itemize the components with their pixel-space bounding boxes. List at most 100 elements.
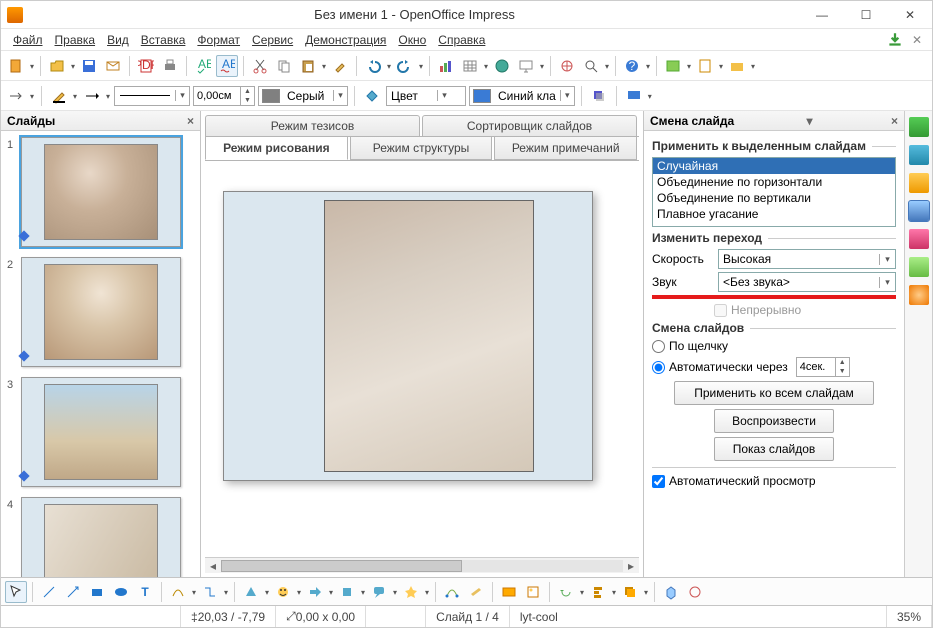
navigator-button[interactable] — [556, 55, 578, 77]
cut-button[interactable] — [249, 55, 271, 77]
hyperlink-button[interactable] — [491, 55, 513, 77]
fontwork-tool[interactable] — [498, 581, 520, 603]
text-tool[interactable]: T — [134, 581, 156, 603]
menu-view[interactable]: Вид — [101, 31, 135, 49]
redo-button[interactable]: ▾ — [394, 55, 416, 77]
sidebar-gallery-icon[interactable] — [909, 257, 929, 277]
chart-button[interactable] — [435, 55, 457, 77]
sidebar-styles-icon[interactable] — [909, 229, 929, 249]
slide-thumb-3[interactable]: 3 — [7, 377, 194, 487]
presentation-button[interactable]: ▾ — [623, 85, 645, 107]
slide-thumb-2[interactable]: 2 — [7, 257, 194, 367]
line-color-button[interactable]: ▾ — [48, 85, 70, 107]
line-tool[interactable] — [38, 581, 60, 603]
tab-structure[interactable]: Режим структуры — [350, 137, 493, 160]
curve-tool[interactable]: ▾ — [167, 581, 189, 603]
rotate-tool[interactable]: ▾ — [555, 581, 577, 603]
autospell-button[interactable]: ABC — [216, 55, 238, 77]
slide-panel-close-icon[interactable]: × — [187, 114, 194, 128]
menu-format[interactable]: Формат — [191, 31, 246, 49]
help-button[interactable]: ?▾ — [621, 55, 643, 77]
slide-image[interactable] — [324, 200, 534, 472]
tab-sorter[interactable]: Сортировщик слайдов — [422, 115, 637, 136]
basic-shapes-tool[interactable]: ▾ — [240, 581, 262, 603]
flowchart-tool[interactable]: ▾ — [336, 581, 358, 603]
gallery-button[interactable]: ▾ — [662, 55, 684, 77]
new-button[interactable]: ▾ — [5, 55, 27, 77]
points-tool[interactable] — [441, 581, 463, 603]
arrange-tool[interactable]: ▾ — [619, 581, 641, 603]
slide-canvas[interactable] — [205, 165, 639, 553]
close-button[interactable]: ✕ — [888, 1, 932, 29]
zoom-button[interactable]: ▾ — [580, 55, 602, 77]
line-end-button[interactable]: ▾ — [81, 85, 103, 107]
export-pdf-button[interactable]: PDF — [135, 55, 157, 77]
sidebar-transition-icon[interactable] — [909, 201, 929, 221]
rect-tool[interactable] — [86, 581, 108, 603]
menu-slideshow[interactable]: Демонстрация — [299, 31, 392, 49]
auto-preview-checkbox[interactable]: Автоматический просмотр — [652, 474, 896, 488]
transition-item[interactable]: Случайная — [653, 158, 895, 174]
current-slide[interactable] — [223, 191, 593, 481]
sidebar-master-icon[interactable] — [909, 145, 929, 165]
slideshow-button[interactable]: Показ слайдов — [714, 437, 834, 461]
table-button[interactable]: ▾ — [459, 55, 481, 77]
arrow-tool[interactable] — [62, 581, 84, 603]
paste-button[interactable]: ▾ — [297, 55, 319, 77]
close-doc-icon[interactable]: ✕ — [908, 31, 926, 49]
menu-edit[interactable]: Правка — [49, 31, 102, 49]
ellipse-tool[interactable] — [110, 581, 132, 603]
stars-tool[interactable]: ▾ — [400, 581, 422, 603]
save-button[interactable] — [78, 55, 100, 77]
sidebar-navigator-icon[interactable] — [909, 285, 929, 305]
sidebar-properties-icon[interactable] — [909, 117, 929, 137]
auto-after-input[interactable] — [797, 361, 835, 373]
on-click-radio[interactable]: По щелчку — [652, 339, 896, 353]
symbol-shapes-tool[interactable]: ▾ — [272, 581, 294, 603]
menu-tools[interactable]: Сервис — [246, 31, 299, 49]
open-button[interactable]: ▾ — [46, 55, 68, 77]
maximize-button[interactable]: ☐ — [844, 1, 888, 29]
sidebar-animation-icon[interactable] — [909, 173, 929, 193]
fill-color-combo[interactable]: Синий кла▾ — [469, 86, 575, 106]
slide-thumbnails[interactable]: 1 2 3 4 — [1, 131, 200, 577]
transition-item[interactable]: Объединение по горизонтали — [653, 174, 895, 190]
from-file-tool[interactable] — [522, 581, 544, 603]
arrow-style-button[interactable]: ▾ — [5, 85, 27, 107]
transition-item[interactable]: Плавное угасание — [653, 206, 895, 222]
menu-insert[interactable]: Вставка — [135, 31, 192, 49]
extras-button[interactable]: ▾ — [726, 55, 748, 77]
gluepoints-tool[interactable] — [465, 581, 487, 603]
print-button[interactable] — [159, 55, 181, 77]
line-width-input[interactable] — [194, 90, 240, 102]
slideshow-button[interactable]: ▾ — [515, 55, 537, 77]
task-panel-menu-icon[interactable]: ▾ — [807, 114, 813, 128]
format-paintbrush-button[interactable] — [329, 55, 351, 77]
line-width-spin[interactable]: ▲▼ — [193, 86, 255, 106]
extrusion-tool[interactable] — [660, 581, 682, 603]
select-tool[interactable] — [5, 581, 27, 603]
menu-help[interactable]: Справка — [432, 31, 491, 49]
apply-all-button[interactable]: Применить ко всем слайдам — [674, 381, 874, 405]
styles-button[interactable]: ▾ — [694, 55, 716, 77]
tab-outline[interactable]: Режим тезисов — [205, 115, 420, 136]
copy-button[interactable] — [273, 55, 295, 77]
menu-window[interactable]: Окно — [392, 31, 432, 49]
play-button[interactable]: Воспроизвести — [714, 409, 834, 433]
align-tool[interactable]: ▾ — [587, 581, 609, 603]
undo-button[interactable]: ▾ — [362, 55, 384, 77]
line-style-combo[interactable]: ▾ — [114, 86, 190, 106]
speed-combo[interactable]: Высокая▾ — [718, 249, 896, 269]
email-button[interactable] — [102, 55, 124, 77]
horizontal-scrollbar[interactable]: ◂▸ — [205, 557, 639, 573]
shadow-button[interactable] — [588, 85, 610, 107]
fill-type-combo[interactable]: Цвет▾ — [386, 86, 466, 106]
tab-drawing[interactable]: Режим рисования — [205, 137, 348, 160]
spellcheck-button[interactable]: ABC — [192, 55, 214, 77]
connector-tool[interactable]: ▾ — [199, 581, 221, 603]
minimize-button[interactable]: — — [800, 1, 844, 29]
download-update-icon[interactable] — [886, 31, 904, 49]
slide-thumb-1[interactable]: 1 — [7, 137, 194, 247]
slide-thumb-4[interactable]: 4 — [7, 497, 194, 577]
fill-button[interactable] — [361, 85, 383, 107]
